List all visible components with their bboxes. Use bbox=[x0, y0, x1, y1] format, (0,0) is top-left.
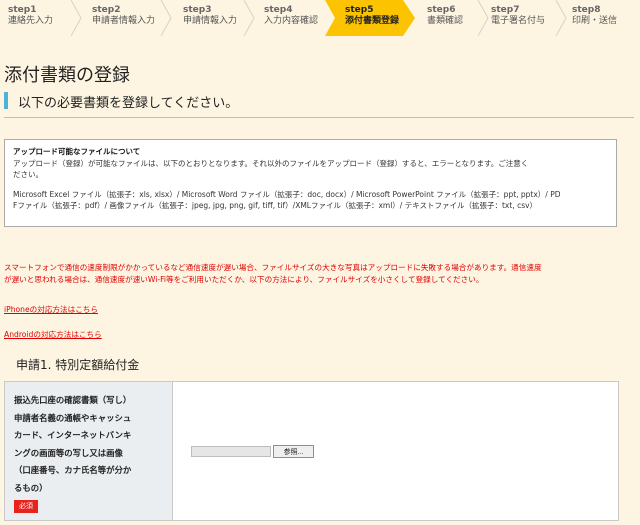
notice-text-line: Fファイル（拡張子：pdf）/ 画像ファイル（拡張子：jpeg, jpg, pn… bbox=[13, 201, 538, 210]
step-item-5-current: step5 添付書類登録 bbox=[345, 5, 399, 35]
step-item-4: step4 入力内容確認 bbox=[264, 5, 318, 35]
warning-line: スマートフォンで通信の速度制限がかかっているなど通信速度が遅い場合、ファイルサイ… bbox=[4, 263, 542, 272]
step-label: 連絡先入力 bbox=[8, 16, 54, 26]
step-number: step4 bbox=[264, 5, 293, 15]
step-number: step3 bbox=[183, 5, 212, 15]
network-warning: スマートフォンで通信の速度制限がかかっているなど通信速度が遅い場合、ファイルサイ… bbox=[4, 262, 634, 286]
subheading-text: 以下の必要書類を登録してください。 bbox=[18, 96, 239, 111]
chevron-separator-icon bbox=[243, 0, 255, 36]
document-label-line: 申請者名義の通帳やキャッシュ bbox=[14, 412, 132, 423]
subheading: 以下の必要書類を登録してください。 bbox=[4, 91, 634, 118]
chevron-separator-icon bbox=[477, 0, 489, 36]
step-progress-bar: step1 連絡先入力 step2 申請者情報入力 step3 申請情報入力 s… bbox=[0, 0, 640, 36]
notice-text-line: Microsoft Excel ファイル（拡張子：xls, xlsx）/ Mic… bbox=[13, 190, 561, 199]
step-number: step2 bbox=[92, 5, 121, 15]
section-title: 申請1. 特別定額給付金 bbox=[16, 358, 140, 372]
step-label: 電子署名付与 bbox=[491, 16, 546, 26]
chevron-separator-icon bbox=[70, 0, 82, 36]
step-label: 申請情報入力 bbox=[183, 16, 238, 26]
document-label-line: カード、インターネットバンキ bbox=[14, 430, 132, 440]
step-item-7: step7 電子署名付与 bbox=[491, 5, 545, 35]
step-label: 申請者情報入力 bbox=[92, 16, 156, 26]
notice-text-line: ださい。 bbox=[13, 170, 43, 179]
notice-text-line: アップロード（登録）が可能なファイルは、以下のとおりとなります。それ以外のファイ… bbox=[13, 159, 529, 168]
step-label: 入力内容確認 bbox=[264, 16, 319, 26]
step-label: 印刷・送信 bbox=[572, 16, 618, 26]
chevron-separator-icon bbox=[160, 0, 172, 36]
step-item-2: step2 申請者情報入力 bbox=[92, 5, 155, 35]
step-item-3: step3 申請情報入力 bbox=[183, 5, 237, 35]
step-number: step5 bbox=[345, 5, 374, 15]
step-label: 書類確認 bbox=[427, 16, 464, 26]
document-label-line: 振込先口座の確認書類（写し） bbox=[14, 395, 132, 405]
notice-heading: アップロード可能なファイルについて bbox=[13, 147, 141, 156]
iphone-help-link[interactable]: iPhoneの対応方法はこちら bbox=[4, 304, 98, 315]
required-badge: 必須 bbox=[14, 500, 38, 513]
chevron-separator-icon bbox=[555, 0, 567, 36]
upload-file-notice: アップロード可能なファイルについて アップロード（登録）が可能なファイルは、以下… bbox=[4, 139, 617, 227]
file-path-field[interactable] bbox=[191, 446, 271, 457]
accent-bar bbox=[4, 92, 8, 109]
warning-line: が遅いと思われる場合は、通信速度が速いWi-Fi等をご利用いただくか、以下の方法… bbox=[4, 275, 484, 284]
step-number: step1 bbox=[8, 5, 37, 15]
document-label-line: ングの画面等の写し又は画像 bbox=[14, 447, 123, 458]
step-number: step8 bbox=[572, 5, 601, 15]
step-item-1: step1 連絡先入力 bbox=[8, 5, 53, 35]
step-number: step6 bbox=[427, 5, 456, 15]
document-label-line: るもの） bbox=[14, 482, 48, 493]
document-label-line: （口座番号、カナ氏名等が分か bbox=[14, 465, 132, 475]
document-label-cell: 振込先口座の確認書類（写し） 申請者名義の通帳やキャッシュ カード、インターネッ… bbox=[5, 382, 173, 520]
step-number: step7 bbox=[491, 5, 520, 15]
step-item-8: step8 印刷・送信 bbox=[572, 5, 617, 35]
browse-button[interactable]: 参照... bbox=[273, 445, 314, 458]
page-title: 添付書類の登録 bbox=[4, 65, 130, 86]
android-help-link[interactable]: Androidの対応方法はこちら bbox=[4, 329, 102, 340]
step-label: 添付書類登録 bbox=[345, 16, 400, 26]
step-item-6: step6 書類確認 bbox=[427, 5, 463, 35]
